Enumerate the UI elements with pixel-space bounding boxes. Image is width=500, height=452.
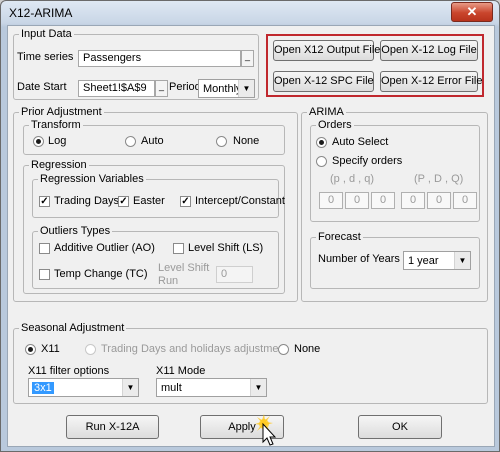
number-of-years-dropdown[interactable]: 1 year ▼ [403,251,471,270]
trading-days-checkbox[interactable]: ✓ [39,196,50,207]
x11-filter-label: X11 filter options [28,365,110,377]
time-series-input[interactable]: Passengers [78,50,241,67]
transform-log-radio[interactable] [33,136,44,147]
trading-days-label: Trading Days [54,195,120,207]
open-log-file-button[interactable]: Open X-12 Log File [380,40,478,61]
period-label: Period [169,81,201,93]
input-data-legend: Input Data [21,28,72,40]
transform-auto-label: Auto [141,135,164,147]
title-bar[interactable]: X12-ARIMA ✕ [1,1,499,25]
close-icon: ✕ [466,4,478,19]
period-dropdown[interactable]: Monthly ▼ [198,79,255,98]
trading-days-holidays-radio[interactable] [85,344,96,355]
level-shift-run-label-line1: Level Shift [158,262,210,274]
x11-mode-value: mult [161,382,182,394]
forecast-legend: Forecast [318,231,361,243]
intercept-checkbox[interactable]: ✓ [180,196,191,207]
additive-outlier-label: Additive Outlier (AO) [54,242,155,254]
specify-orders-radio[interactable] [316,156,327,167]
transform-none-radio[interactable] [216,136,227,147]
level-shift-run-input[interactable]: 0 [216,266,253,283]
open-output-file-button[interactable]: Open X12 Output File [273,40,380,61]
x11-radio[interactable] [25,344,36,355]
x11-filter-dropdown[interactable]: 3x1 ▼ [28,378,139,397]
chevron-down-icon: ▼ [250,379,266,396]
mouse-cursor-icon [255,414,277,446]
prior-adjustment-legend: Prior Adjustment [21,106,102,118]
specify-orders-label: Specify orders [332,155,403,167]
order-p-input[interactable]: 0 [319,192,343,209]
temp-change-checkbox[interactable] [39,269,50,280]
ok-button[interactable]: OK [358,415,442,439]
order-seasonal-p-input[interactable]: 0 [401,192,425,209]
easter-label: Easter [133,195,165,207]
level-shift-run-label-line2: Run [158,275,179,287]
temp-change-label: Temp Change (TC) [54,268,148,280]
additive-outlier-checkbox[interactable] [39,243,50,254]
number-of-years-value: 1 year [408,255,439,267]
chevron-down-icon: ▼ [122,379,138,396]
date-start-label: Date Start [17,81,67,93]
dialog-client-area: Input Data Time series Passengers _ Date… [7,25,495,447]
x11-filter-value: 3x1 [32,382,54,394]
transform-legend: Transform [31,119,81,131]
open-error-file-button[interactable]: Open X-12 Error File [380,71,482,92]
x11-mode-label: X11 Mode [156,365,206,377]
date-start-ref-button[interactable]: _ [155,80,168,97]
time-series-label: Time series [17,51,74,63]
x12-arima-dialog: X12-ARIMA ✕ Input Data Time series Passe… [0,0,500,452]
level-shift-label: Level Shift (LS) [188,242,264,254]
auto-select-label: Auto Select [332,136,389,148]
intercept-label: Intercept/Constant [195,195,285,207]
auto-select-radio[interactable] [316,137,327,148]
outliers-legend: Outliers Types [40,225,111,237]
number-of-years-label: Number of Years [318,253,400,265]
period-value: Monthly [203,83,242,95]
x11-label: X11 [41,343,60,355]
x11-mode-dropdown[interactable]: mult ▼ [156,378,267,397]
arima-legend: ARIMA [309,106,344,118]
orders-legend: Orders [318,119,352,131]
seasonal-orders-header: (P , D , Q) [414,173,464,185]
nonseasonal-orders-header: (p , d , q) [330,173,375,185]
open-spc-file-button[interactable]: Open X-12 SPC File [273,71,374,92]
regression-variables-legend: Regression Variables [40,173,144,185]
transform-log-label: Log [48,135,67,147]
chevron-down-icon: ▼ [454,252,470,269]
seasonal-none-label: None [294,343,321,355]
transform-auto-radio[interactable] [125,136,136,147]
chevron-down-icon: ▼ [238,80,254,97]
order-seasonal-d-input[interactable]: 0 [427,192,451,209]
window-title: X12-ARIMA [9,6,73,20]
order-seasonal-q-input[interactable]: 0 [453,192,477,209]
regression-legend: Regression [31,159,87,171]
time-series-ref-button[interactable]: _ [241,50,254,67]
order-d-input[interactable]: 0 [345,192,369,209]
run-x12a-button[interactable]: Run X-12A [66,415,159,439]
transform-none-label: None [233,135,260,147]
order-q-input[interactable]: 0 [371,192,395,209]
date-start-input[interactable]: Sheet1!$A$9 [78,80,155,97]
level-shift-checkbox[interactable] [173,243,184,254]
seasonal-none-radio[interactable] [278,344,289,355]
easter-checkbox[interactable]: ✓ [118,196,129,207]
seasonal-adjustment-legend: Seasonal Adjustment [21,322,125,334]
close-button[interactable]: ✕ [451,2,493,22]
trading-days-holidays-label: Trading Days and holidays adjustment [101,343,288,355]
